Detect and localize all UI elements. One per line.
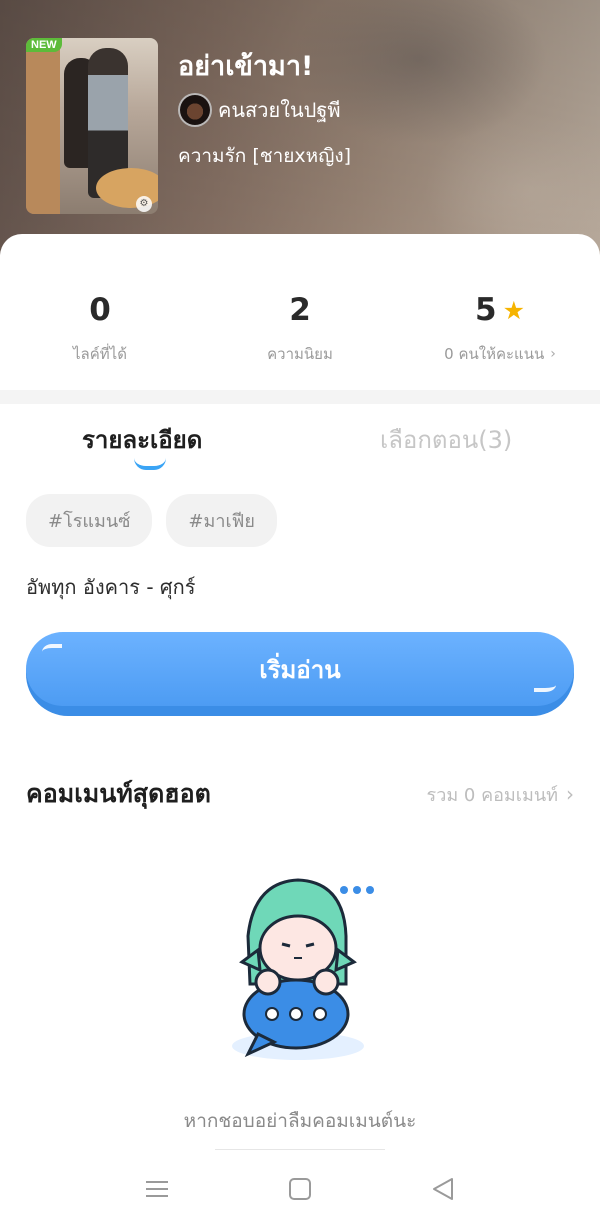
chevron-right-icon: › xyxy=(550,346,556,362)
cover-mark-icon: ⚙ xyxy=(136,196,152,212)
section-divider xyxy=(0,390,600,404)
active-tab-indicator xyxy=(134,458,166,470)
star-icon: ★ xyxy=(502,295,525,325)
hero-header: NEW ⚙ อย่าเข้ามา! คนสวยในปฐพี ความรัก [ช… xyxy=(0,0,600,260)
rating-count-link[interactable]: 0 คนให้คะแนน › xyxy=(400,342,600,366)
likes-label: ไลค์ที่ได้ xyxy=(73,345,127,363)
update-schedule: อัพทุก อังคาร - ศุกร์ xyxy=(26,575,196,599)
menu-icon[interactable] xyxy=(142,1174,172,1204)
story-genre: ความรัก [ชายxหญิง] xyxy=(178,145,352,167)
stat-rating[interactable]: 5 ★ 0 คนให้คะแนน › xyxy=(400,292,600,372)
rating-value: 5 ★ xyxy=(475,292,525,328)
empty-comments-mascot-icon xyxy=(232,878,374,1060)
author-avatar[interactable] xyxy=(178,93,212,127)
book-cover[interactable]: NEW ⚙ xyxy=(26,38,158,214)
start-reading-button-face[interactable]: เริ่มอ่าน xyxy=(26,632,574,706)
story-title: อย่าเข้ามา! xyxy=(178,51,314,82)
comments-header: คอมเมนท์สุดฮอต รวม 0 คอมเมนท์ › xyxy=(26,774,574,814)
hot-comments-title: คอมเมนท์สุดฮอต xyxy=(26,779,211,808)
stat-popularity: 2 ความนิยม xyxy=(200,292,400,372)
button-shine-right xyxy=(534,678,556,692)
tab-details[interactable]: รายละเอียด xyxy=(82,420,202,459)
button-shine-left xyxy=(42,644,62,660)
tab-bar: รายละเอียด เลือกตอน(3) xyxy=(0,420,600,470)
tag-list: #โรแมนซ์ #มาเฟีย xyxy=(26,494,277,547)
start-reading-button[interactable]: เริ่มอ่าน xyxy=(26,632,574,716)
cover-door xyxy=(26,38,60,214)
home-icon[interactable] xyxy=(285,1174,315,1204)
tag-mafia[interactable]: #มาเฟีย xyxy=(166,494,277,547)
popularity-label: ความนิยม xyxy=(267,345,333,363)
author-row[interactable]: คนสวยในปฐพี xyxy=(178,93,341,127)
tag-romance[interactable]: #โรแมนซ์ xyxy=(26,494,153,547)
start-reading-label: เริ่มอ่าน xyxy=(259,655,341,684)
detail-card: 0 ไลค์ที่ได้ 2 ความนิยม 5 ★ 0 คนให้คะแนน… xyxy=(0,234,600,1225)
stats-row: 0 ไลค์ที่ได้ 2 ความนิยม 5 ★ 0 คนให้คะแนน… xyxy=(0,292,600,372)
stat-likes: 0 ไลค์ที่ได้ xyxy=(0,292,200,372)
back-icon[interactable] xyxy=(428,1174,458,1204)
popularity-value: 2 xyxy=(289,292,311,328)
all-comments-link[interactable]: รวม 0 คอมเมนท์ › xyxy=(427,780,574,809)
chevron-right-icon: › xyxy=(566,782,574,806)
tab-chapters[interactable]: เลือกตอน(3) xyxy=(380,420,512,459)
author-name[interactable]: คนสวยในปฐพี xyxy=(218,94,341,126)
empty-comments-text: หากชอบอย่าลืมคอมเมนต์นะ xyxy=(183,1110,417,1132)
new-badge: NEW xyxy=(26,38,62,52)
system-nav-bar xyxy=(0,1150,600,1225)
likes-value: 0 xyxy=(89,292,111,328)
